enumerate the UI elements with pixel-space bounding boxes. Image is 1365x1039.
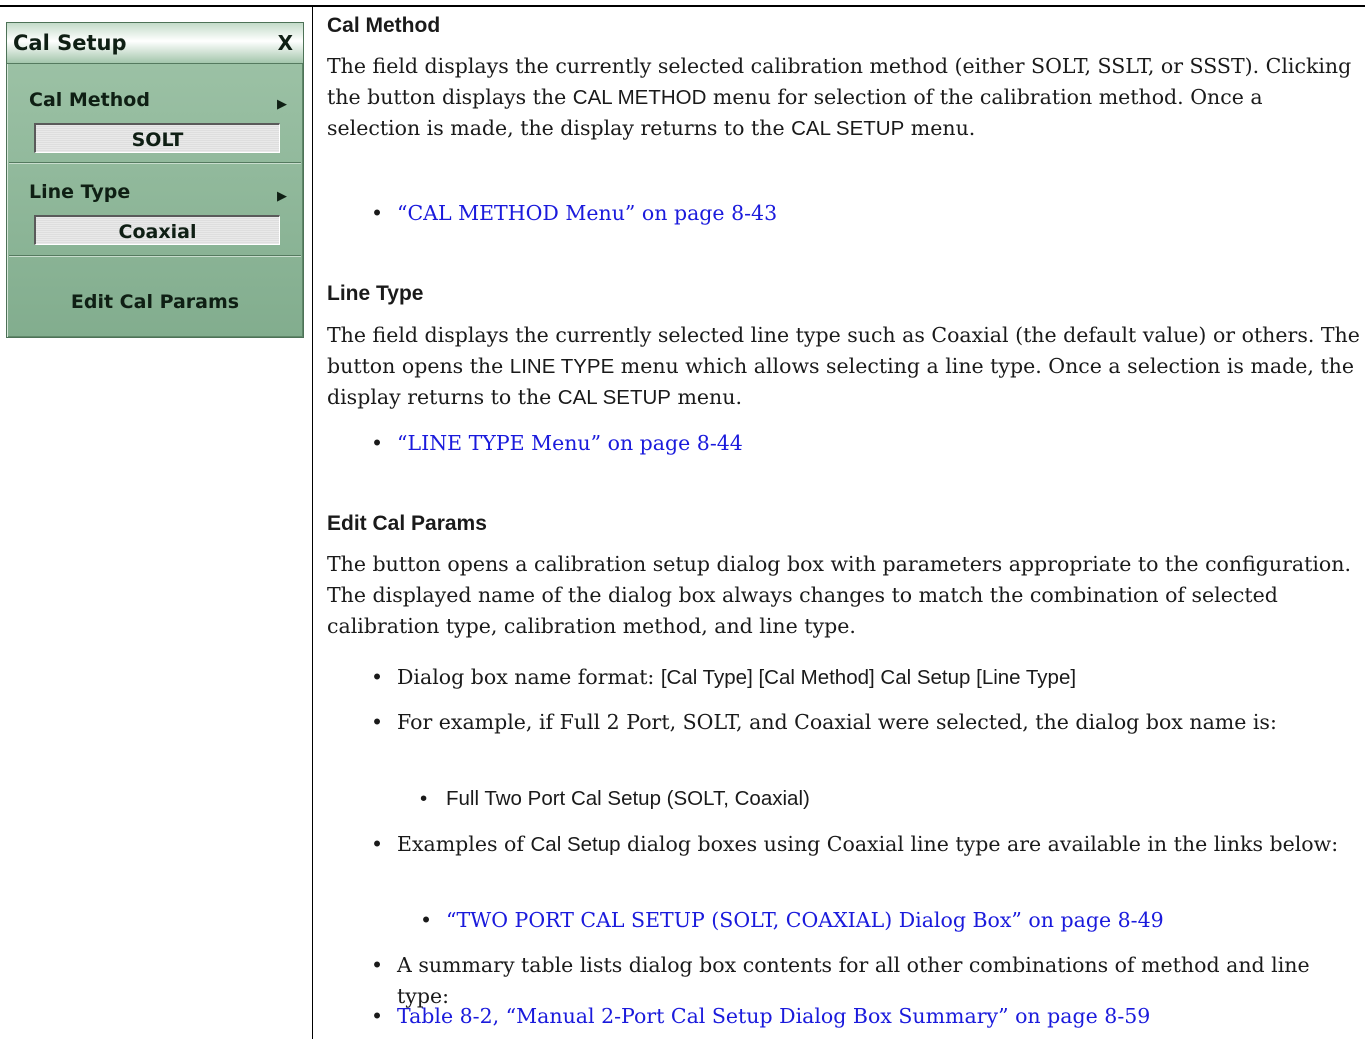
bullet-icon: • [420,787,428,810]
line-type-label[interactable]: Line Type [29,181,130,203]
menu-name-ref: LINE TYPE [509,355,615,378]
summary-table-link[interactable]: Table 8-2, “Manual 2-Port Cal Setup Dial… [397,1001,1150,1032]
list-item-text: Full Two Port Cal Setup (SOLT, Coaxial) [446,787,810,810]
edit-cal-params-button[interactable]: Edit Cal Params [7,291,303,313]
cal-method-paragraph: The field displays the currently selecte… [327,51,1361,144]
text-run: menu. [670,385,742,409]
cal-method-field[interactable]: SOLT [34,123,280,153]
cal-setup-menu: Cal Setup X Cal Method ▶ SOLT Line Type … [6,22,304,338]
list-item: • For example, if Full 2 Port, SOLT, and… [371,707,1365,769]
text-run: menu. [904,116,976,140]
cal-method-menu-link[interactable]: “CAL METHOD Menu” on page 8-43 [397,198,777,229]
bullet-icon: • [371,431,384,455]
top-rule [0,5,1365,7]
text-run: Examples of [397,832,531,856]
bullet-icon: • [371,1004,384,1028]
menu-name-ref: CAL SETUP [791,117,905,140]
line-type-paragraph: The field displays the currently selecte… [327,320,1361,413]
text-run: Dialog box name format: [397,665,661,689]
menu-title: Cal Setup [13,31,127,55]
cal-method-label[interactable]: Cal Method [29,89,150,111]
menu-name-ref: CAL METHOD [572,86,707,109]
column-divider [312,5,313,1039]
bullet-icon: • [371,710,384,734]
close-button[interactable]: X [278,31,293,55]
text-run: Cal Setup [530,833,621,856]
bullet-icon: • [371,665,384,689]
menu-name-ref: CAL SETUP [557,386,671,409]
menu-divider [9,162,301,163]
menu-divider [9,255,301,256]
cal-method-heading: Cal Method [327,14,441,37]
list-item-text: For example, if Full 2 Port, SOLT, and C… [397,710,1277,734]
line-type-menu-link[interactable]: “LINE TYPE Menu” on page 8-44 [397,428,743,459]
cal-method-arrow-icon[interactable]: ▶ [277,97,287,112]
edit-cal-params-paragraph: The button opens a calibration setup dia… [327,552,1351,638]
edit-cal-params-heading: Edit Cal Params [327,512,487,535]
bullet-icon: • [371,953,384,977]
line-type-heading: Line Type [327,282,424,305]
menu-header: Cal Setup X [7,23,303,64]
text-run: [Cal Type] [Cal Method] Cal Setup [Line … [660,666,1077,689]
bullet-icon: • [371,832,384,856]
line-type-arrow-icon[interactable]: ▶ [277,189,287,204]
bullet-icon: • [371,201,384,225]
bullet-icon: • [420,908,433,932]
two-port-cal-setup-link[interactable]: “TWO PORT CAL SETUP (SOLT, COAXIAL) Dial… [446,905,1164,936]
list-item: • Examples of Cal Setup dialog boxes usi… [371,829,1365,891]
text-run: dialog boxes using Coaxial line type are… [620,832,1339,856]
list-item-text: Examples of Cal Setup dialog boxes using… [397,829,1362,860]
line-type-field[interactable]: Coaxial [34,215,280,245]
list-item-text: Dialog box name format: [Cal Type] [Cal … [397,662,1076,693]
